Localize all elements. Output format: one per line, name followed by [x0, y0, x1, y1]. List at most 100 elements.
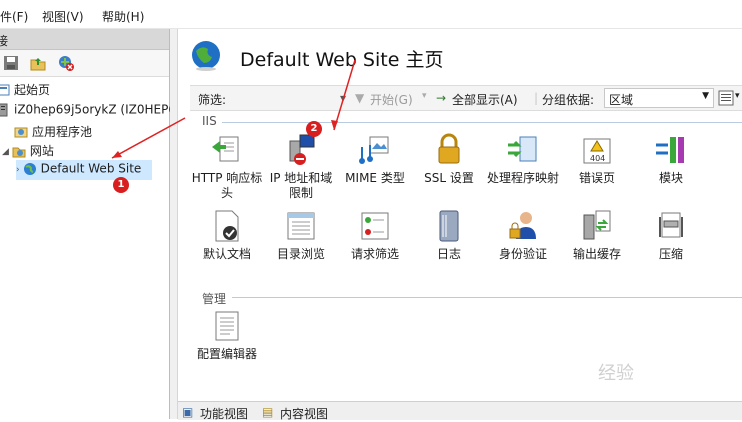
bottom-view-tabs: ▣ 功能视图 ▤ 内容视图: [178, 401, 742, 422]
menu-file[interactable]: 件(F): [0, 8, 28, 25]
sites-folder-icon: [12, 147, 26, 157]
feature-label: 错误页: [578, 171, 615, 185]
view-mode-icon[interactable]: [718, 90, 734, 106]
folder-up-icon[interactable]: [30, 55, 46, 71]
feature-label: 模块: [658, 171, 683, 185]
main-pane: Default Web Site 主页 筛选: ▾ ▼ 开始(G) ▾ → 全部…: [178, 29, 742, 401]
tree-item-app-pools[interactable]: 应用程序池: [14, 123, 92, 141]
start-button[interactable]: 开始(G): [370, 91, 413, 108]
authentication-icon: [509, 212, 536, 239]
feature-label: HTTP 响应标头: [191, 171, 263, 200]
feature-label: 处理程序映射: [486, 171, 559, 185]
section-label-iis: IIS: [202, 114, 217, 128]
feature-label: MIME 类型: [345, 171, 405, 185]
tree-label-default-web-site: Default Web Site: [40, 161, 142, 176]
connections-toolbar: [0, 50, 169, 77]
connections-pane: 接 起始页 iZ0hep69j5orykZ (IZ0HEP69 应用程序池 ◢ 网…: [0, 29, 184, 419]
start-dropdown-icon[interactable]: ▾: [422, 91, 427, 101]
modules-icon: [656, 137, 684, 163]
compression-icon: [659, 212, 683, 238]
menu-bar: 件(F) 视图(V) 帮助(H): [0, 0, 742, 29]
feature-logging[interactable]: 日志: [412, 209, 486, 262]
funnel-icon: ▼: [355, 91, 365, 105]
tree-item-start-page[interactable]: 起始页: [0, 81, 50, 99]
filter-toolbar: 筛选: ▾ ▼ 开始(G) ▾ → 全部显示(A) | 分组依据: 区域 ▼ ▾: [190, 85, 742, 111]
menu-view[interactable]: 视图(V): [42, 8, 84, 25]
feature-default-document[interactable]: 默认文档: [190, 209, 264, 262]
feature-directory-browsing[interactable]: 目录浏览: [264, 209, 338, 262]
configuration-editor-icon: [215, 311, 239, 341]
section-divider-manage: [232, 297, 742, 298]
default-document-icon: [215, 210, 239, 242]
feature-label: SSL 设置: [424, 171, 474, 185]
feature-label: 输出缓存: [572, 247, 621, 261]
group-by-value: 区域: [609, 93, 634, 107]
feature-label: 压缩: [658, 247, 683, 261]
group-by-select[interactable]: 区域 ▼: [604, 88, 714, 108]
start-page-icon: [0, 84, 10, 95]
expand-arrow-icon[interactable]: ›: [16, 165, 20, 175]
feature-http-response-headers[interactable]: HTTP 响应标头: [190, 133, 264, 201]
menu-help[interactable]: 帮助(H): [102, 8, 144, 25]
show-all-button[interactable]: 全部显示(A): [452, 91, 518, 108]
content-view-icon: ▤: [262, 405, 274, 419]
output-caching-icon: [583, 210, 611, 240]
feature-request-filtering[interactable]: 请求筛选: [338, 209, 412, 262]
feature-output-caching[interactable]: 输出缓存: [560, 209, 634, 262]
mime-types-icon: [359, 136, 389, 164]
page-title: Default Web Site 主页: [240, 49, 444, 71]
tab-features-view[interactable]: 功能视图: [200, 405, 248, 422]
tab-content-view[interactable]: 内容视图: [280, 405, 328, 422]
app-pools-icon: [14, 127, 28, 137]
feature-mime-types[interactable]: MIME 类型: [338, 133, 412, 186]
annotation-badge-2: 2: [306, 121, 322, 137]
tree-label-sites: 网站: [29, 144, 54, 158]
ip-restrictions-icon: [289, 134, 315, 165]
group-by-label: 分组依据:: [542, 93, 595, 107]
handler-mappings-icon: [508, 136, 537, 162]
lock-icon: [438, 133, 460, 164]
tree-label-app-pools: 应用程序池: [32, 125, 93, 139]
feature-label: 日志: [436, 247, 461, 261]
feature-modules[interactable]: 模块: [634, 133, 708, 186]
disconnect-icon[interactable]: [58, 55, 74, 71]
tree-item-server[interactable]: iZ0hep69j5orykZ (IZ0HEP69: [0, 102, 184, 120]
collapse-arrow-icon[interactable]: ◢: [2, 147, 9, 157]
feature-handler-mappings[interactable]: 处理程序映射: [486, 133, 560, 186]
feature-authentication[interactable]: 身份验证: [486, 209, 560, 262]
watermark-text: 经验: [598, 363, 634, 384]
features-view-icon: ▣: [182, 405, 194, 419]
feature-label: IP 地址和域限制: [269, 171, 333, 200]
tree-item-sites[interactable]: ◢ 网站: [2, 142, 54, 160]
filter-dropdown-icon[interactable]: ▾: [340, 91, 346, 105]
feature-configuration-editor[interactable]: 配置编辑器: [190, 309, 264, 362]
feature-label: 配置编辑器: [196, 347, 257, 361]
pane-splitter[interactable]: [170, 29, 178, 419]
feature-ssl-settings[interactable]: SSL 设置: [412, 133, 486, 186]
save-icon[interactable]: [3, 55, 19, 71]
view-mode-dropdown-icon[interactable]: ▾: [735, 91, 740, 101]
connections-header-label: 接: [0, 34, 9, 48]
section-label-manage: 管理: [202, 292, 227, 306]
feature-error-pages[interactable]: 404 错误页: [560, 133, 634, 186]
svg-text:404: 404: [590, 154, 605, 163]
site-globe-icon: [192, 41, 220, 71]
logging-icon: [439, 210, 459, 242]
feature-ip-domain-restrictions[interactable]: IP 地址和域限制: [264, 133, 338, 201]
feature-label: 目录浏览: [276, 247, 325, 261]
request-filtering-icon: [361, 212, 389, 240]
annotation-badge-1: 1: [113, 177, 129, 193]
connections-header: 接: [0, 29, 169, 50]
feature-compression[interactable]: 压缩: [634, 209, 708, 262]
toolbar-divider: |: [534, 91, 539, 105]
tree-label-server: iZ0hep69j5orykZ (IZ0HEP69: [14, 102, 184, 117]
server-icon: [0, 103, 8, 116]
error-page-icon: 404: [583, 138, 611, 164]
filter-input[interactable]: [232, 89, 350, 105]
section-divider-iis: [222, 122, 742, 123]
http-headers-icon: [212, 136, 239, 162]
filter-label: 筛选:: [198, 93, 227, 107]
chevron-down-icon: ▼: [702, 91, 709, 101]
tree-item-default-web-site[interactable]: › Default Web Site: [16, 160, 152, 180]
feature-label: 默认文档: [202, 247, 251, 261]
